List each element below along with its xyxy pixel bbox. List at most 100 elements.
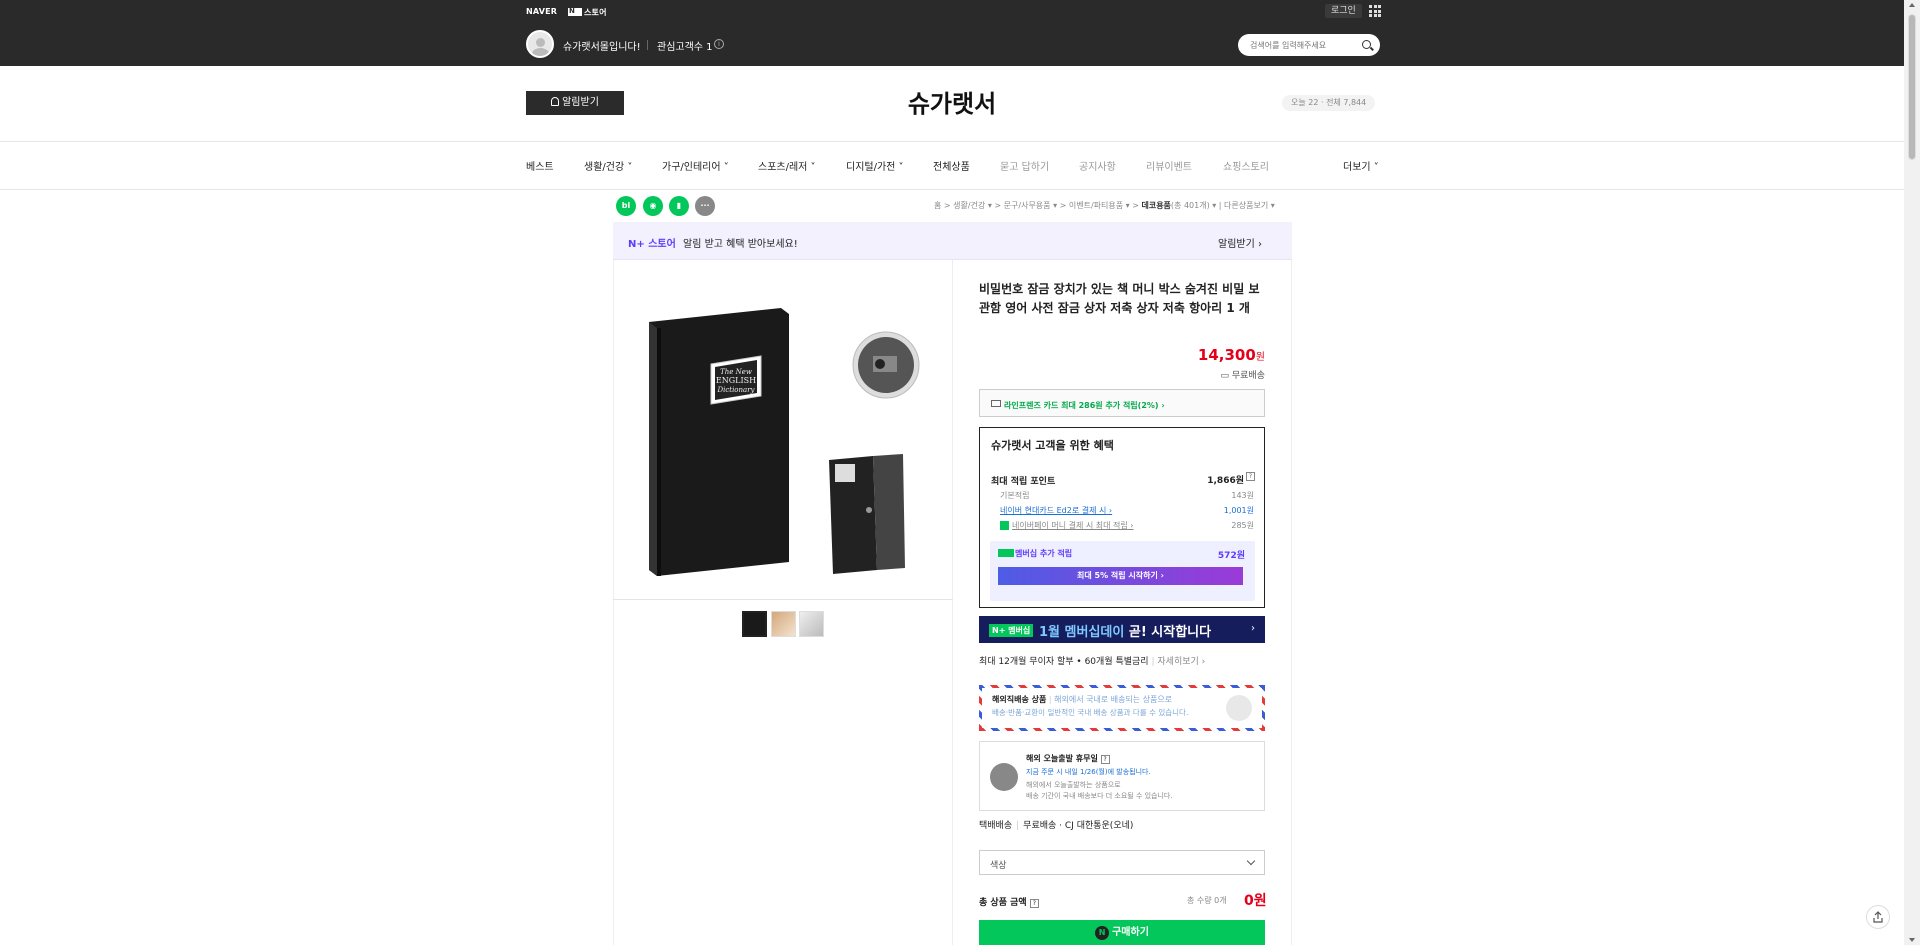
svg-text:The New: The New [720,368,752,376]
nav-sports[interactable]: 스포츠/레저 ˅ [758,158,816,173]
nav-digital[interactable]: 디지털/가전 ˅ [846,158,904,173]
crumb-stationery[interactable]: 문구/사무용품 [1004,201,1051,210]
nav-best[interactable]: 베스트 [526,158,554,173]
npay-icon [568,7,582,16]
ship-date: 지금 주문 시 내일 1/26(월)에 발송됩니다. [1026,768,1151,776]
svg-text:Dictionary: Dictionary [716,386,755,394]
max-points-label: 최대 적립 포인트 [991,477,1056,487]
overseas-line2: 배송·반품·교환이 일반적인 국내 배송 상품과 다를 수 있습니다. [992,708,1189,717]
nav-shopping-story[interactable]: 쇼핑스토리 [1223,158,1269,173]
talk-share-icon[interactable]: ◉ [643,196,663,216]
notice-alert-link[interactable]: 알림받기 › [1218,235,1262,250]
nplus-store-logo: N+ 스토어 [628,239,676,250]
installment-info: 최대 12개월 무이자 할부 • 60개월 특별금리 | 자세히보기 › [979,657,1206,667]
store-title[interactable]: 슈가랫서 [0,84,1904,119]
base-points-value: 143원 [1231,491,1254,500]
ship-title: 해외 오늘출발 휴무일 ? [1026,753,1110,764]
product-price: 14,300원 [1197,346,1265,364]
divider [647,40,648,50]
total-price: 0원 [1244,893,1267,909]
blog-share-icon[interactable]: bl [616,196,636,216]
hyundai-card-link[interactable]: 네이버 현대카드 Ed2로 결제 시 › [1000,505,1112,516]
search-box [1238,34,1380,56]
membership-day-banner[interactable]: N+ 멤버십 1월 멤버십데이 곧! 시작합니다 › [979,616,1265,643]
chevron-right-icon: › [1251,623,1255,634]
nav-qna[interactable]: 묻고 답하기 [1000,158,1049,173]
overseas-line1: 해외직배송 상품 | 해외에서 국내로 배송되는 상품으로 [992,695,1173,704]
naver-logo[interactable]: NAVER [526,7,557,16]
box-icon: ▭ [1220,371,1229,381]
plane-icon [1226,695,1252,721]
nav-all-products[interactable]: 전체상품 [933,158,970,173]
login-button[interactable]: 로그인 [1325,4,1362,18]
nav-furniture[interactable]: 가구/인테리어 ˅ [662,158,729,173]
nplus-badge: N+ 멤버십 [989,624,1034,637]
scroll-up-icon[interactable] [1909,3,1915,7]
breadcrumb: 홈 > 생활/건강 ▾ > 문구/사무용품 ▾ > 이벤트/파티용품 ▾ > 데… [934,201,1275,210]
thumbnail-1[interactable] [742,611,767,637]
info-icon[interactable]: i [714,39,724,49]
card-benefit[interactable]: 라인프렌즈 카드 최대 286원 추가 적립(2%) › [979,389,1265,417]
benefit-title: 슈가랫서 고객을 위한 혜택 [991,439,1114,452]
more-share-icon[interactable]: ··· [695,196,715,216]
total-quantity: 총 수량 0개 [1187,896,1227,905]
store-greeting[interactable]: 슈가랫서몰입니다! [563,38,641,53]
base-points-label: 기본적립 [1000,491,1030,500]
nplus-icon [998,549,1014,557]
card-icon [991,400,1001,407]
bookmark-icon[interactable]: ▮ [669,196,689,216]
banner-title: 1월 멤버십데이 곧! 시작합니다 [1039,625,1212,640]
crumb-home[interactable]: 홈 [934,201,941,210]
search-icon[interactable] [1362,40,1371,49]
nav-review-event[interactable]: 리뷰이벤트 [1146,158,1192,173]
scrollbar[interactable] [1904,0,1920,945]
color-select[interactable]: 색상 [979,850,1265,875]
help-icon[interactable]: ? [1100,755,1110,764]
store-avatar[interactable] [526,30,554,58]
product-image[interactable]: The New ENGLISH Dictionary [643,300,920,578]
divider [0,141,1904,142]
search-input[interactable] [1250,38,1360,52]
crumb-deco[interactable]: 데코용품 [1141,201,1170,210]
hyundai-card-value: 1,001원 [1223,506,1254,515]
divider [613,599,953,600]
thumbnail-2[interactable] [771,611,796,637]
installment-more-link[interactable]: 자세히보기 › [1157,657,1205,667]
membership-start-button[interactable]: 최대 5% 적립 시작하기 › [998,567,1243,585]
scrollbar-thumb[interactable] [1908,14,1916,160]
benefit-box: 슈가랫서 고객을 위한 혜택 최대 적립 포인트 1,866원 ? 기본적립 1… [979,427,1265,608]
membership-label: 멤버십 추가 적립 [1015,549,1073,558]
notice-text: 알림 받고 혜택 받아보세요! [683,239,798,250]
crumb-living[interactable]: 생활/건강 [953,201,985,210]
buy-button[interactable]: N 구매하기 [979,920,1265,945]
help-icon[interactable]: ? [1029,899,1039,908]
notice-bar: N+ 스토어 알림 받고 혜택 받아보세요! 알림받기 › [613,222,1292,260]
product-title: 비밀번호 잠금 장치가 있는 책 머니 박스 숨겨진 비밀 보관함 영어 사전 … [979,282,1260,315]
total-label: 총 상품 금액 ? [979,895,1039,908]
nav-living[interactable]: 생활/건강 ˅ [584,158,632,173]
ship-note: 해외에서 오늘출발하는 상품으로 배송 기간이 국내 배송보다 더 소요될 수 있… [1026,781,1173,800]
truck-icon [990,763,1018,791]
divider [1291,260,1292,945]
svg-text:ENGLISH: ENGLISH [716,376,756,385]
top-bar: NAVER 스토어 로그인 슈가랫서몰입니다! 관심고객수 1 i [0,0,1904,66]
apps-grid-icon[interactable] [1369,5,1381,17]
scroll-down-icon[interactable] [1909,938,1915,942]
membership-box: 멤버십 추가 적립 572원 최대 5% 적립 시작하기 › [990,541,1255,601]
npay-store-logo[interactable]: 스토어 [568,7,607,18]
help-icon[interactable]: ? [1246,472,1255,481]
crumb-party[interactable]: 이벤트/파티용품 [1069,201,1123,210]
npay-money-link[interactable]: 네이버페이 머니 결제 시 최대 적립 › [1000,520,1134,531]
max-points-value: 1,866원 [1207,476,1244,486]
overseas-shipping-notice: 해외직배송 상품 | 해외에서 국내로 배송되는 상품으로 배송·반품·교환이 … [979,685,1265,731]
share-icon[interactable] [1866,905,1890,929]
nav-more[interactable]: 더보기 ˅ [1343,158,1379,173]
nav-notice[interactable]: 공지사항 [1079,158,1116,173]
chevron-down-icon [1246,856,1256,866]
thumbnail-3[interactable] [799,611,824,637]
other-products-link[interactable]: 다른상품보기 [1224,201,1268,210]
favorite-count: 관심고객수 1 [657,42,713,53]
delivery-info: 택배배송 | 무료배송 · CJ 대한통운(오네) [979,821,1134,831]
overseas-today-ship: 해외 오늘출발 휴무일 ? 지금 주문 시 내일 1/26(월)에 발송됩니다.… [979,741,1265,811]
npay-money-value: 285원 [1231,521,1254,530]
